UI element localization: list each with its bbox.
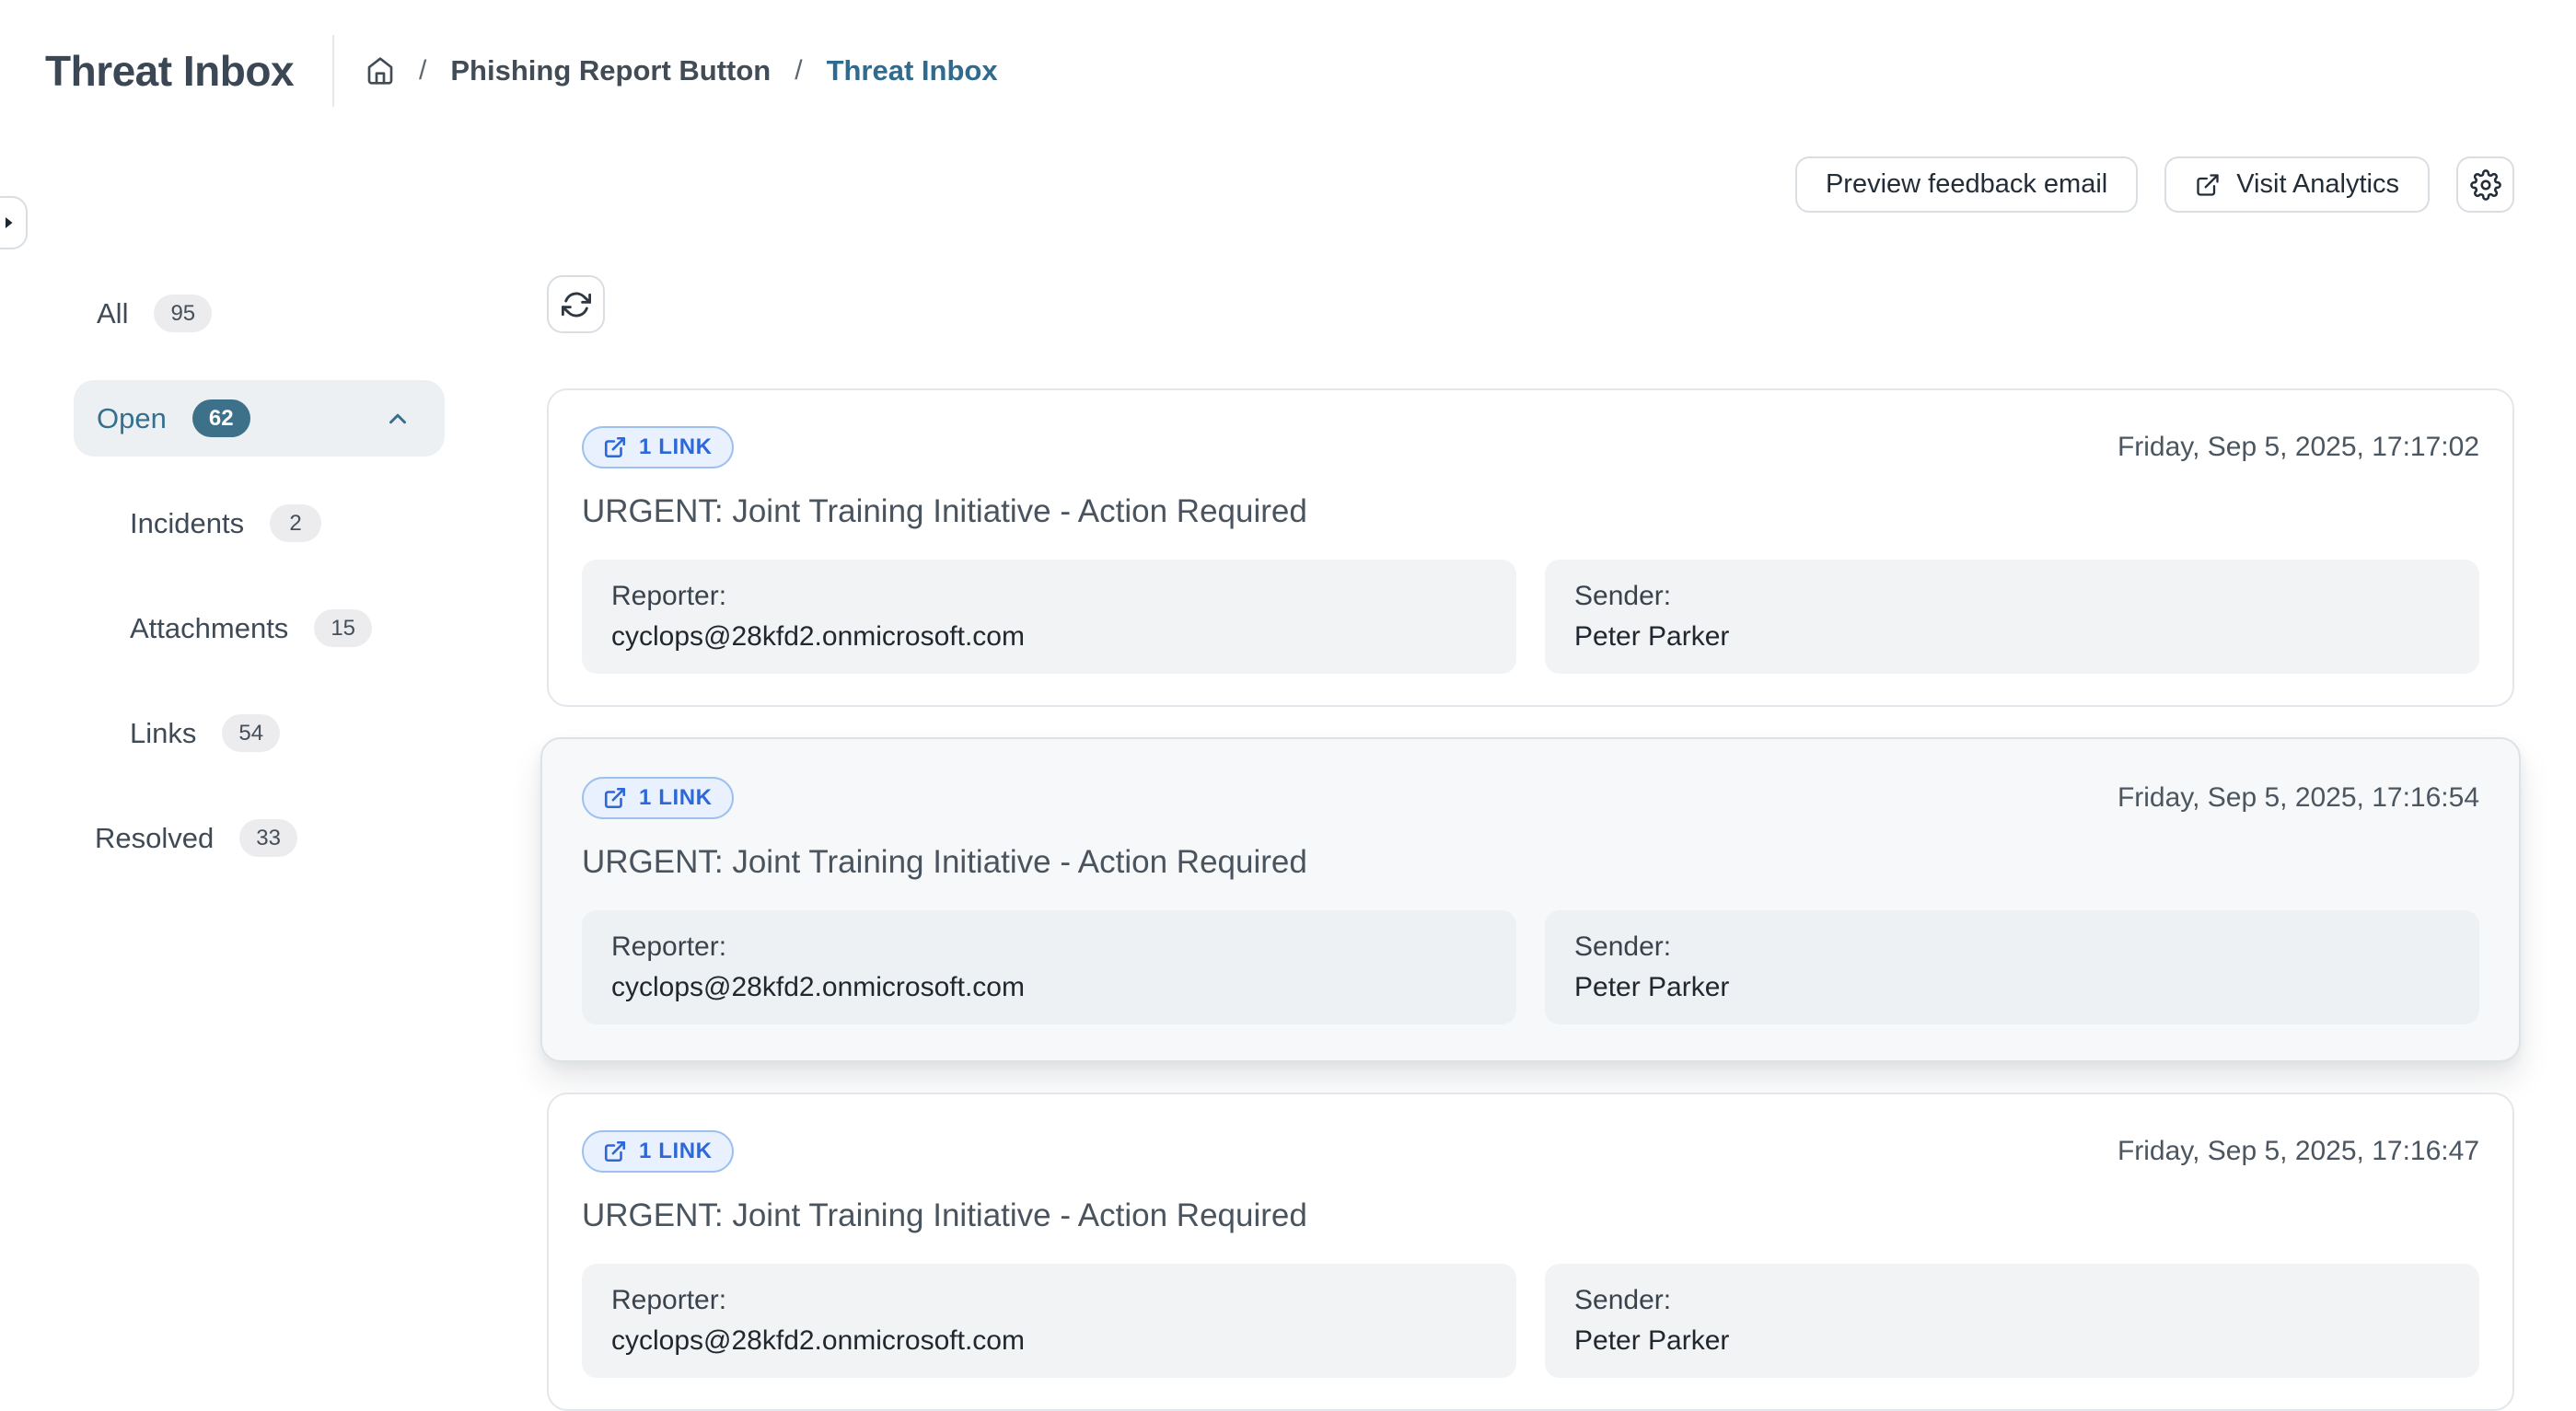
count-badge: 2 (270, 504, 321, 542)
email-subject: URGENT: Joint Training Initiative - Acti… (582, 1197, 2479, 1234)
breadcrumb-item-threat-inbox: Threat Inbox (827, 54, 998, 87)
threat-card[interactable]: 1 LINK Friday, Sep 5, 2025, 17:17:02 URG… (547, 388, 2514, 707)
sidebar-item-incidents[interactable]: Incidents 2 (0, 485, 516, 561)
sidebar-collapse-button[interactable] (0, 196, 28, 249)
refresh-icon (562, 290, 591, 319)
gear-icon (2470, 169, 2501, 201)
threat-card[interactable]: 1 LINK Friday, Sep 5, 2025, 17:16:47 URG… (547, 1093, 2514, 1411)
link-count-label: 1 LINK (639, 785, 713, 811)
visit-analytics-label: Visit Analytics (2236, 169, 2399, 200)
sender-box: Sender: Peter Parker (1545, 1264, 2479, 1378)
sender-label: Sender: (1574, 581, 2450, 612)
sidebar-item-label: Links (130, 717, 196, 750)
preview-feedback-email-label: Preview feedback email (1826, 169, 2107, 200)
sidebar-item-open[interactable]: Open 62 (74, 380, 445, 457)
sender-box: Sender: Peter Parker (1545, 560, 2479, 674)
report-timestamp: Friday, Sep 5, 2025, 17:17:02 (2118, 432, 2479, 463)
sender-name: Peter Parker (1574, 972, 2450, 1003)
sender-label: Sender: (1574, 1285, 2450, 1316)
threat-card-list: 1 LINK Friday, Sep 5, 2025, 17:17:02 URG… (547, 388, 2514, 1411)
header-actions: Preview feedback email Visit Analytics (1795, 156, 2514, 213)
reporter-box: Reporter: cyclops@28kfd2.onmicrosoft.com (582, 910, 1516, 1024)
external-link-icon (603, 435, 627, 459)
sidebar-item-label: Resolved (95, 822, 214, 855)
visit-analytics-button[interactable]: Visit Analytics (2164, 156, 2430, 213)
chevron-up-icon (384, 405, 412, 433)
sidebar-item-label: Incidents (130, 507, 244, 540)
report-timestamp: Friday, Sep 5, 2025, 17:16:54 (2118, 782, 2479, 814)
report-timestamp: Friday, Sep 5, 2025, 17:16:47 (2118, 1136, 2479, 1167)
email-subject: URGENT: Joint Training Initiative - Acti… (582, 844, 2479, 881)
count-badge: 33 (239, 819, 297, 857)
breadcrumb-separator: / (419, 55, 426, 87)
sidebar-item-label: Attachments (130, 612, 288, 645)
link-count-badge: 1 LINK (582, 426, 734, 468)
email-subject: URGENT: Joint Training Initiative - Acti… (582, 493, 2479, 530)
chevron-right-icon (0, 214, 17, 231)
threat-filter-sidebar: All 95 Open 62 Incidents 2 Attachments 1… (0, 275, 516, 905)
sidebar-item-resolved[interactable]: Resolved 33 (0, 800, 516, 876)
sidebar-item-label: All (97, 297, 128, 330)
external-link-icon (603, 1139, 627, 1163)
link-count-badge: 1 LINK (582, 1130, 734, 1173)
link-count-badge: 1 LINK (582, 777, 734, 819)
link-count-label: 1 LINK (639, 1139, 713, 1164)
sender-name: Peter Parker (1574, 621, 2450, 653)
breadcrumb-item-phishing-report-button[interactable]: Phishing Report Button (450, 54, 771, 87)
reporter-label: Reporter: (611, 581, 1487, 612)
sidebar-item-all[interactable]: All 95 (0, 275, 516, 352)
count-badge: 15 (314, 609, 372, 647)
sender-label: Sender: (1574, 931, 2450, 963)
sidebar-item-attachments[interactable]: Attachments 15 (0, 590, 516, 666)
sidebar-item-links[interactable]: Links 54 (0, 695, 516, 771)
preview-feedback-email-button[interactable]: Preview feedback email (1795, 156, 2138, 213)
sidebar-item-label: Open (97, 402, 167, 435)
reporter-box: Reporter: cyclops@28kfd2.onmicrosoft.com (582, 1264, 1516, 1378)
external-link-icon (2195, 172, 2221, 198)
reporter-label: Reporter: (611, 1285, 1487, 1316)
reporter-email: cyclops@28kfd2.onmicrosoft.com (611, 972, 1487, 1003)
breadcrumb-separator: / (795, 55, 802, 87)
breadcrumb: / Phishing Report Button / Threat Inbox (366, 54, 998, 87)
home-icon (366, 56, 395, 86)
external-link-icon (603, 786, 627, 810)
count-badge: 62 (192, 399, 250, 437)
reporter-box: Reporter: cyclops@28kfd2.onmicrosoft.com (582, 560, 1516, 674)
sender-box: Sender: Peter Parker (1545, 910, 2479, 1024)
refresh-button[interactable] (547, 275, 605, 333)
count-badge: 54 (222, 714, 280, 752)
page-header: Threat Inbox / Phishing Report Button / … (45, 35, 998, 107)
reporter-label: Reporter: (611, 931, 1487, 963)
reporter-email: cyclops@28kfd2.onmicrosoft.com (611, 1325, 1487, 1357)
breadcrumb-home-link[interactable] (366, 56, 395, 86)
settings-button[interactable] (2456, 156, 2514, 213)
sender-name: Peter Parker (1574, 1325, 2450, 1357)
threat-card[interactable]: 1 LINK Friday, Sep 5, 2025, 17:16:54 URG… (540, 737, 2521, 1062)
link-count-label: 1 LINK (639, 434, 713, 460)
count-badge: 95 (154, 295, 212, 332)
header-divider (332, 35, 334, 107)
page-title: Threat Inbox (45, 46, 294, 96)
reporter-email: cyclops@28kfd2.onmicrosoft.com (611, 621, 1487, 653)
